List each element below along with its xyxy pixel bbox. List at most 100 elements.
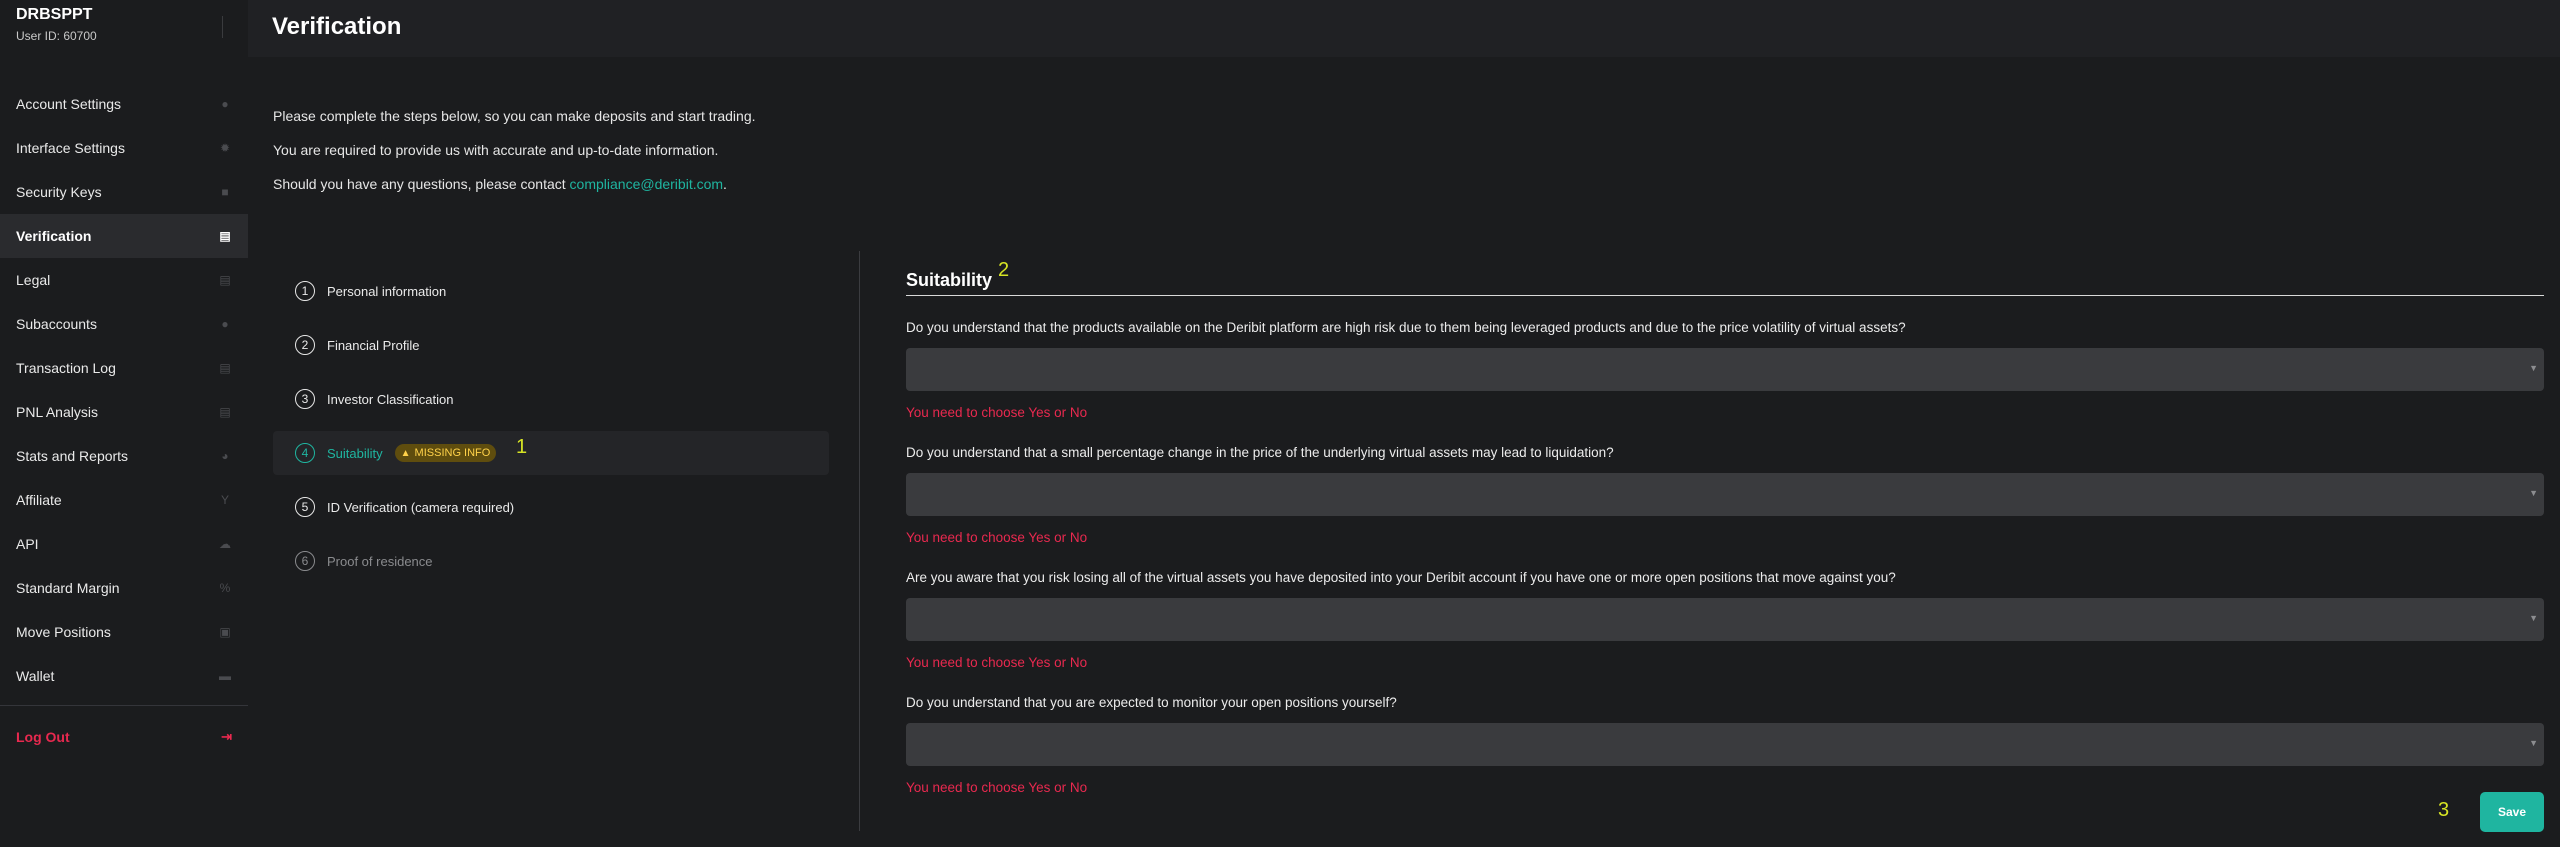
- sidebar-item-label: Interface Settings: [16, 140, 125, 156]
- yes-no-select[interactable]: ▼: [906, 598, 2544, 641]
- suitability-form: Suitability Do you understand that the p…: [906, 262, 2544, 796]
- sidebar-item-label: Transaction Log: [16, 360, 116, 376]
- step-investor-classification[interactable]: 3 Investor Classification: [273, 377, 829, 421]
- step-number: 3: [295, 389, 315, 409]
- step-proof-of-residence: 6 Proof of residence: [273, 539, 829, 583]
- sidebar-item-stats-and-reports[interactable]: Stats and Reports ◕: [0, 434, 248, 478]
- annotation-3: 3: [2438, 799, 2450, 821]
- logout-label: Log Out: [16, 729, 70, 745]
- yes-no-select[interactable]: ▼: [906, 473, 2544, 516]
- sidebar-item-interface-settings[interactable]: Interface Settings ✹: [0, 126, 248, 170]
- step-financial-profile[interactable]: 2 Financial Profile: [273, 323, 829, 367]
- sidebar-item-transaction-log[interactable]: Transaction Log ▤: [0, 346, 248, 390]
- sidebar-item-label: Move Positions: [16, 624, 111, 640]
- warning-icon: ▲: [400, 447, 411, 459]
- question-liquidation: Do you understand that a small percentag…: [906, 445, 2544, 546]
- panel-divider: [859, 251, 860, 831]
- step-suitability[interactable]: 4 Suitability ▲ MISSING INFO: [273, 431, 829, 475]
- save-button[interactable]: Save: [2480, 792, 2544, 832]
- sidebar-item-subaccounts[interactable]: Subaccounts ●: [0, 302, 248, 346]
- error-message: You need to choose Yes or No: [906, 405, 1088, 420]
- sidebar: DRBSPPT User ID: 60700 Account Settings …: [0, 0, 248, 847]
- percent-icon: %: [219, 581, 231, 595]
- sidebar-item-legal[interactable]: Legal ▤: [0, 258, 248, 302]
- copy-icon: ▣: [219, 625, 231, 639]
- step-label: Financial Profile: [327, 337, 420, 353]
- sidebar-item-label: Account Settings: [16, 96, 122, 112]
- sidebar-divider: [0, 705, 248, 706]
- verification-steps: 1 Personal information 2 Financial Profi…: [273, 269, 829, 593]
- gear-icon: ✹: [219, 141, 231, 155]
- question-risk-losing-assets: Are you aware that you risk losing all o…: [906, 570, 2544, 671]
- sidebar-item-standard-margin[interactable]: Standard Margin %: [0, 566, 248, 610]
- intro-line-1: Please complete the steps below, so you …: [273, 108, 756, 124]
- user-id: User ID: 60700: [16, 29, 97, 43]
- sidebar-nav: Account Settings ● Interface Settings ✹ …: [0, 82, 248, 698]
- sidebar-item-label: Security Keys: [16, 184, 102, 200]
- yes-no-select[interactable]: ▼: [906, 348, 2544, 391]
- error-message: You need to choose Yes or No: [906, 530, 1088, 545]
- wallet-icon: ▬: [219, 669, 231, 683]
- sidebar-item-verification[interactable]: Verification ▤: [0, 214, 248, 258]
- step-number: 2: [295, 335, 315, 355]
- sidebar-item-label: Subaccounts: [16, 316, 97, 332]
- sidebar-item-label: API: [16, 536, 39, 552]
- intro-line-3: Should you have any questions, please co…: [273, 176, 756, 192]
- error-message: You need to choose Yes or No: [906, 780, 1088, 795]
- pie-chart-icon: ◕: [221, 449, 229, 463]
- question-label: Do you understand that you are expected …: [906, 695, 1397, 710]
- users-icon: ●: [221, 317, 229, 331]
- question-label: Do you understand that a small percentag…: [906, 445, 1614, 460]
- question-monitor-positions: Do you understand that you are expected …: [906, 695, 2544, 796]
- step-label: Investor Classification: [327, 391, 454, 407]
- question-label: Are you aware that you risk losing all o…: [906, 570, 1896, 585]
- step-number: 5: [295, 497, 315, 517]
- document-icon: ▤: [219, 405, 231, 419]
- form-title: Suitability: [906, 262, 2544, 296]
- step-id-verification[interactable]: 5 ID Verification (camera required): [273, 485, 829, 529]
- step-label: Personal information: [327, 283, 447, 299]
- step-label: Proof of residence: [327, 553, 433, 569]
- sidebar-item-wallet[interactable]: Wallet ▬: [0, 654, 248, 698]
- user-icon: ●: [221, 97, 229, 111]
- sidebar-item-label: Standard Margin: [16, 580, 120, 596]
- header-divider: [222, 16, 223, 38]
- sidebar-item-label: Affiliate: [16, 492, 62, 508]
- step-personal-information[interactable]: 1 Personal information: [273, 269, 829, 313]
- yes-no-select[interactable]: ▼: [906, 723, 2544, 766]
- intro-line-2: You are required to provide us with accu…: [273, 142, 719, 158]
- question-label: Do you understand that the products avai…: [906, 320, 1906, 335]
- chevron-down-icon: ▼: [2529, 488, 2538, 498]
- document-icon: ▤: [219, 361, 231, 375]
- account-info: DRBSPPT User ID: 60700: [16, 6, 97, 43]
- intro-text: Please complete the steps below, so you …: [273, 108, 756, 210]
- sidebar-item-label: Stats and Reports: [16, 448, 129, 464]
- document-check-icon: ▤: [219, 229, 231, 243]
- compliance-email-link[interactable]: compliance@deribit.com: [570, 176, 724, 192]
- sidebar-item-pnl-analysis[interactable]: PNL Analysis ▤: [0, 390, 248, 434]
- sidebar-item-api[interactable]: API ☁: [0, 522, 248, 566]
- step-number: 6: [295, 551, 315, 571]
- cloud-icon: ☁: [219, 537, 231, 551]
- sidebar-item-security-keys[interactable]: Security Keys ■: [0, 170, 248, 214]
- account-name: DRBSPPT: [16, 6, 93, 23]
- sidebar-item-label: Wallet: [16, 668, 55, 684]
- missing-info-badge: ▲ MISSING INFO: [394, 444, 497, 462]
- intro-line-3-suffix: .: [723, 176, 727, 192]
- logout-button[interactable]: Log Out ⇥: [0, 715, 248, 759]
- sidebar-item-label: Legal: [16, 272, 51, 288]
- lock-icon: ■: [221, 185, 229, 199]
- step-number: 4: [295, 443, 315, 463]
- page-title: Verification: [272, 13, 402, 40]
- branch-icon: Y: [220, 493, 229, 507]
- sidebar-item-move-positions[interactable]: Move Positions ▣: [0, 610, 248, 654]
- sidebar-item-label: PNL Analysis: [16, 404, 98, 420]
- chevron-down-icon: ▼: [2529, 363, 2538, 373]
- step-label: Suitability: [327, 445, 383, 461]
- intro-line-3-prefix: Should you have any questions, please co…: [273, 176, 570, 192]
- sidebar-item-account-settings[interactable]: Account Settings ●: [0, 82, 248, 126]
- chevron-down-icon: ▼: [2529, 613, 2538, 623]
- sidebar-item-label: Verification: [16, 228, 92, 244]
- sidebar-item-affiliate[interactable]: Affiliate Y: [0, 478, 248, 522]
- error-message: You need to choose Yes or No: [906, 655, 1088, 670]
